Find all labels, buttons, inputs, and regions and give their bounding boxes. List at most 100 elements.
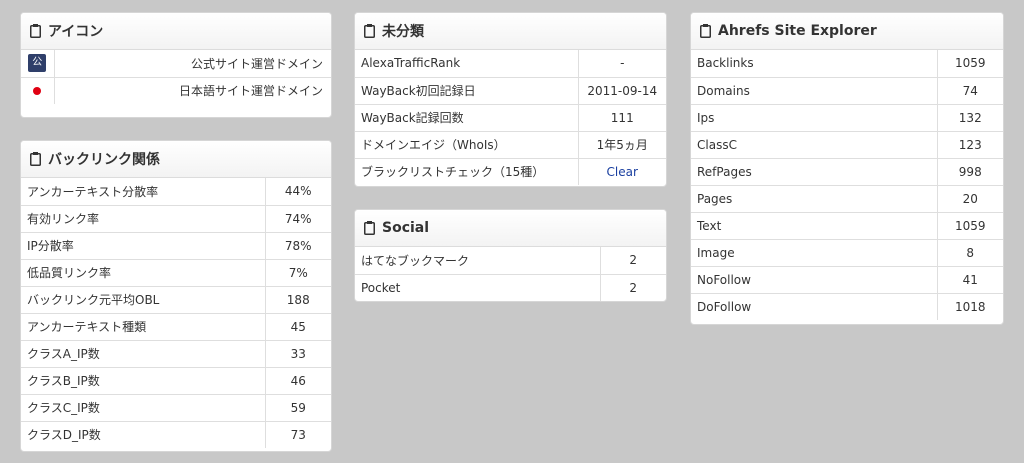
panel-title: アイコン xyxy=(48,24,104,40)
row-label: 日本語サイト運営ドメイン xyxy=(178,84,323,99)
table-row: アンカーテキスト分散率 44% xyxy=(21,178,331,206)
panel-title: 未分類 xyxy=(382,24,424,40)
row-value: 78% xyxy=(264,232,331,260)
panel-title: Social xyxy=(382,220,430,236)
clipboard-icon xyxy=(30,24,41,38)
table-row: Pages 20 xyxy=(691,185,1003,213)
japan-flag-icon xyxy=(28,84,47,98)
ahrefs-panel: Ahrefs Site Explorer Backlinks 1059 Domai… xyxy=(690,12,1004,325)
official-site-icon: 公 xyxy=(28,54,47,73)
clipboard-icon xyxy=(700,24,711,38)
row-label: 有効リンク率 xyxy=(21,205,265,233)
icon-panel: アイコン 公 公式サイト運営ドメイン 日本語サイト運営ドメイン xyxy=(20,12,332,118)
row-label: ClassC xyxy=(691,131,937,159)
table-row: IP分散率 78% xyxy=(21,232,331,260)
row-label: アンカーテキスト分散率 xyxy=(21,178,265,206)
row-label: はてなブックマーク xyxy=(355,247,600,275)
table-row: Pocket 2 xyxy=(355,274,666,301)
row-label: IP分散率 xyxy=(21,232,265,260)
table-row: WayBack記録回数 111 xyxy=(355,104,666,132)
row-value: 1059 xyxy=(936,50,1003,78)
row-value: 2011-09-14 xyxy=(577,77,666,105)
panel-title: Ahrefs Site Explorer xyxy=(718,23,877,39)
row-label: 低品質リンク率 xyxy=(21,259,265,287)
row-value: - xyxy=(577,50,666,78)
misc-panel-header: 未分類 xyxy=(355,13,666,50)
row-label: NoFollow xyxy=(691,266,937,294)
row-value: 8 xyxy=(936,239,1003,267)
row-value: 59 xyxy=(264,394,331,422)
row-label: AlexaTrafficRank xyxy=(355,50,578,78)
table-row: Text 1059 xyxy=(691,212,1003,240)
row-value: 1059 xyxy=(936,212,1003,240)
table-row: 公 公式サイト運営ドメイン xyxy=(21,50,331,78)
row-value: 998 xyxy=(936,158,1003,186)
table-row: Image 8 xyxy=(691,239,1003,267)
icon-table: 公 公式サイト運営ドメイン 日本語サイト運営ドメイン xyxy=(21,50,331,104)
table-row: クラスA_IP数 33 xyxy=(21,340,331,368)
icon-panel-header: アイコン xyxy=(21,13,331,50)
row-label: クラスA_IP数 xyxy=(21,340,265,368)
panel-title: バックリンク関係 xyxy=(48,152,160,168)
clipboard-icon xyxy=(30,152,41,166)
row-value: 7% xyxy=(264,259,331,287)
row-value: 33 xyxy=(264,340,331,368)
row-value: 1018 xyxy=(936,293,1003,320)
social-panel: Social はてなブックマーク 2 Pocket 2 xyxy=(354,209,667,302)
row-value: 2 xyxy=(599,274,666,301)
row-label: Text xyxy=(691,212,937,240)
row-label: Pages xyxy=(691,185,937,213)
table-row: クラスD_IP数 73 xyxy=(21,421,331,448)
row-label: 公式サイト運営ドメイン xyxy=(54,50,331,78)
table-row: Domains 74 xyxy=(691,77,1003,105)
row-value: 20 xyxy=(936,185,1003,213)
row-label: RefPages xyxy=(691,158,937,186)
row-value: 41 xyxy=(936,266,1003,294)
row-value: 44% xyxy=(264,178,331,206)
row-label: Pocket xyxy=(361,280,401,295)
row-label: ブラックリストチェック（15種） xyxy=(361,165,545,180)
table-row: DoFollow 1018 xyxy=(691,293,1003,320)
table-row: AlexaTrafficRank - xyxy=(355,50,666,78)
row-value: 73 xyxy=(264,421,331,448)
row-value: 2 xyxy=(599,247,666,275)
table-row: バックリンク元平均OBL 188 xyxy=(21,286,331,314)
row-label: WayBack記録回数 xyxy=(355,104,578,132)
backlink-panel-header: バックリンク関係 xyxy=(21,141,331,178)
backlink-table: アンカーテキスト分散率 44% 有効リンク率 74% IP分散率 78% 低品質リンク… xyxy=(21,178,331,448)
table-row: ブラックリストチェック（15種） Clear xyxy=(355,158,666,185)
row-label: Backlinks xyxy=(691,50,937,78)
row-label: クラスD_IP数 xyxy=(27,428,101,443)
row-value: 1年5ヵ月 xyxy=(577,131,666,159)
row-label: Ips xyxy=(691,104,937,132)
table-row: アンカーテキスト種類 45 xyxy=(21,313,331,341)
social-table: はてなブックマーク 2 Pocket 2 xyxy=(355,247,666,301)
row-label: Domains xyxy=(691,77,937,105)
table-row: RefPages 998 xyxy=(691,158,1003,186)
backlink-panel: バックリンク関係 アンカーテキスト分散率 44% 有効リンク率 74% IP分散率 7… xyxy=(20,140,332,452)
row-label: DoFollow xyxy=(697,299,752,314)
row-label: ドメインエイジ（WhoIs） xyxy=(355,131,578,159)
clipboard-icon xyxy=(364,24,375,38)
row-label: WayBack初回記録日 xyxy=(355,77,578,105)
row-label: クラスC_IP数 xyxy=(21,394,265,422)
table-row: 低品質リンク率 7% xyxy=(21,259,331,287)
blacklist-status-link[interactable]: Clear xyxy=(577,158,666,185)
ahrefs-table: Backlinks 1059 Domains 74 Ips 132 ClassC 123… xyxy=(691,50,1003,320)
row-value: 74 xyxy=(936,77,1003,105)
clipboard-icon xyxy=(364,221,375,235)
table-row: Ips 132 xyxy=(691,104,1003,132)
table-row: WayBack初回記録日 2011-09-14 xyxy=(355,77,666,105)
misc-panel: 未分類 AlexaTrafficRank - WayBack初回記録日 2011-0… xyxy=(354,12,667,187)
row-label: アンカーテキスト種類 xyxy=(21,313,265,341)
row-value: 46 xyxy=(264,367,331,395)
social-panel-header: Social xyxy=(355,210,666,247)
table-row: 有効リンク率 74% xyxy=(21,205,331,233)
row-label: Image xyxy=(691,239,937,267)
table-row: クラスB_IP数 46 xyxy=(21,367,331,395)
table-row: NoFollow 41 xyxy=(691,266,1003,294)
row-value: 45 xyxy=(264,313,331,341)
row-value: 132 xyxy=(936,104,1003,132)
row-value: 111 xyxy=(577,104,666,132)
table-row: ClassC 123 xyxy=(691,131,1003,159)
